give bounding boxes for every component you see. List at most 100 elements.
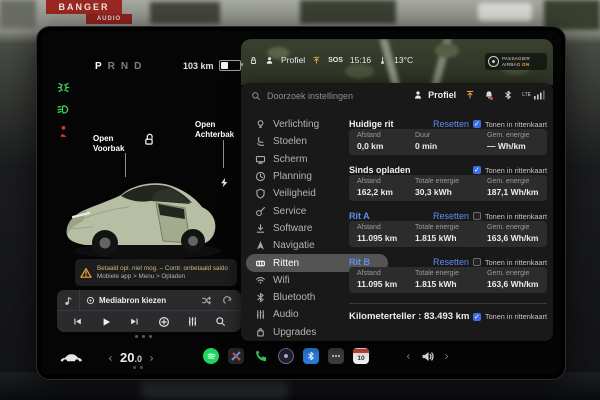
open-trunk-button[interactable]: Open Achterbak [195,120,234,139]
odometer-row: Kilometerteller : 83.493 km Tonen in rit… [349,311,547,322]
software-update-icon[interactable] [312,56,321,65]
odometer-icon [255,258,266,269]
sos-indicator: SOS [328,56,343,64]
equalizer-button[interactable] [187,316,198,327]
battery-range[interactable]: 103 km [183,60,243,71]
show-on-map-checkbox[interactable] [472,120,481,128]
section-header-huidige-rit: Huidige rit Resetten Tonen in rittenkaar… [349,119,547,129]
temp-increase-chevron-icon[interactable] [148,354,155,363]
airbag-state: ON [522,61,530,67]
calendar-day: 10 [357,354,365,362]
more-apps-icon[interactable] [328,348,344,364]
trip-stats-card: Afstand 11.095 km Totale energie 1.815 kWh… [349,267,547,293]
bluetooth-icon [255,292,266,303]
maps-app-icon[interactable] [228,348,244,364]
shopping-bag-icon [255,327,266,338]
store-sign: BANGER [46,0,122,14]
wrench-icon [255,206,266,217]
search-placeholder: Doorzoek instellingen [267,91,354,101]
bluetooth-app-icon[interactable] [303,348,319,364]
temp-decrease-chevron-icon[interactable] [107,354,114,363]
show-on-map-checkbox[interactable] [472,212,481,220]
settings-panel: Doorzoek instellingen Profiel LTE Verlic… [241,83,553,341]
media-search-button[interactable] [215,316,226,327]
clock: 15:16 [349,55,372,65]
lock-icon[interactable] [249,56,258,65]
app-dock: 10 [203,348,369,364]
steering-column [140,378,290,398]
media-player: Mediabron kiezen [57,290,241,332]
sliders-icon [255,309,266,320]
background-shape [300,0,396,24]
background-shape [0,0,36,28]
seatbelt-warning-icon [57,125,70,138]
section-header-sinds-opladen: Sinds opladen Tonen in rittenkaart [349,165,547,175]
music-note-icon [57,290,80,310]
climate-temperature-control[interactable]: 20.0 [107,349,155,367]
top-status-bar: Profiel SOS 15:16 13°C [249,55,413,65]
light-icon [255,119,266,130]
search-icon [251,91,261,101]
show-on-map-checkbox[interactable] [472,166,481,174]
navigation-arrow-icon [255,240,266,251]
volume-up-chevron-icon[interactable] [443,352,450,361]
next-track-button[interactable] [129,316,140,327]
alert-text-line2: Mobiele app > Menu > Opladen [97,273,186,281]
volume-control[interactable] [405,350,450,363]
section-header-rit-a: Rit A Resetten Tonen in rittenkaart [349,211,547,221]
odometer-value: Kilometerteller : 83.493 km [349,311,470,322]
photo-of-tesla-screen: { "colors": {"accent_blue":"#5f8df0","wa… [0,0,600,400]
reset-button[interactable]: Resetten [433,119,469,129]
settings-search[interactable]: Doorzoek instellingen [251,91,353,101]
car-controls-button[interactable] [59,351,83,364]
show-on-map-checkbox[interactable] [472,258,481,266]
car-render[interactable] [59,151,235,263]
tesla-touchscreen: Profiel SOS 15:16 13°C PASSAGIER AIRBAG … [36,26,566,380]
download-icon [255,223,266,234]
alert-text-line1: Betaald opl. niet mog. – Contr. onbetaal… [97,264,228,272]
volume-down-chevron-icon[interactable] [405,352,412,361]
dashcam-app-icon[interactable] [278,348,294,364]
section-title: Rit B [349,257,370,267]
trips-content: Huidige rit Resetten Tonen in rittenkaar… [349,83,547,341]
temperature-value[interactable]: 20 [120,350,134,365]
section-title: Sinds opladen [349,165,411,175]
divider [349,303,547,304]
outside-temperature: 13°C [394,55,414,65]
phone-app-icon[interactable] [253,348,269,364]
wifi-icon [255,275,266,286]
spotify-app-icon[interactable] [203,348,219,364]
parking-lights-icon [57,81,70,94]
clock-icon [255,171,266,182]
section-title: Rit A [349,211,370,221]
reset-button[interactable]: Resetten [433,211,469,221]
speaker-icon [421,350,434,363]
display-icon [255,154,266,165]
charging-alert[interactable]: Betaald opl. niet mog. – Contr. onbetaal… [75,259,237,286]
passenger-airbag-badge: PASSAGIER AIRBAG ON [485,53,547,70]
background-van [478,3,532,21]
airbag-icon [488,56,499,67]
media-source-button[interactable]: Mediabron kiezen [86,296,166,305]
shuffle-icon[interactable] [201,295,212,306]
calendar-app-icon[interactable]: 10 [353,348,369,364]
shield-icon [255,188,266,199]
play-button[interactable] [100,316,112,328]
profile-label[interactable]: Profiel [281,55,305,65]
section-title: Huidige rit [349,119,394,129]
profile-icon[interactable] [265,56,274,65]
trip-stats-card: Afstand 0,0 km Duur 0 min Gem. energie — Wh… [349,129,547,155]
media-page-dots [135,335,152,338]
repeat-icon[interactable] [222,295,233,306]
gear-indicator: PRND [95,61,142,72]
section-header-rit-b: Rit B Resetten Tonen in rittenkaart [349,257,547,267]
unlocked-padlock-icon[interactable] [143,133,156,146]
add-favorite-button[interactable] [158,316,170,328]
show-on-map-checkbox[interactable] [472,312,481,321]
reset-button[interactable]: Resetten [433,257,469,267]
low-beam-icon [57,103,70,116]
thermometer-icon [378,56,387,65]
previous-track-button[interactable] [72,316,83,327]
telltale-column [57,81,70,138]
warning-icon [80,267,92,279]
